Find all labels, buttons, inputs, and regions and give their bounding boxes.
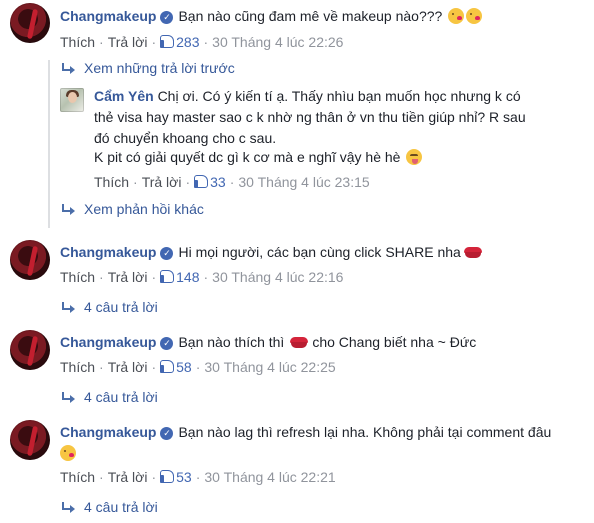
kiss-emoji-icon — [466, 8, 483, 24]
like-button[interactable]: Thích — [60, 359, 95, 375]
avatar[interactable] — [10, 330, 50, 370]
reply-arrow-icon — [62, 204, 75, 215]
view-replies-link[interactable]: 4 câu trả lời — [84, 299, 158, 315]
view-more-replies-link[interactable]: Xem phản hồi khác — [84, 201, 204, 217]
thumbs-up-icon — [159, 35, 175, 48]
like-button[interactable]: Thích — [94, 174, 129, 190]
view-replies-link[interactable]: 4 câu trả lời — [84, 389, 158, 405]
comment-date[interactable]: 30 Tháng 4 lúc 22:26 — [212, 34, 343, 50]
comment-date[interactable]: 30 Tháng 4 lúc 22:21 — [204, 469, 335, 485]
avatar[interactable] — [10, 3, 50, 43]
kiss-emoji-icon — [448, 8, 465, 24]
view-previous-replies-link[interactable]: Xem những trả lời trước — [84, 60, 235, 76]
verified-icon: ✓ — [160, 337, 174, 350]
reply-text-line: thẻ visa hay master sao c k nhờ ng thân … — [94, 109, 526, 125]
kiss-emoji-icon — [60, 445, 76, 461]
comment-date[interactable]: 30 Tháng 4 lúc 22:16 — [212, 269, 343, 285]
verified-icon: ✓ — [160, 427, 174, 440]
reply-author[interactable]: Cẩm Yên — [94, 88, 154, 104]
like-count[interactable]: 283 — [176, 34, 199, 50]
reply-text-line: Chị ơi. Có ý kiến tí ạ. Thấy nhìu bạn mu… — [157, 88, 521, 104]
view-replies-link[interactable]: 4 câu trả lời — [84, 499, 158, 515]
tongue-emoji-icon — [406, 149, 423, 165]
comment-text: Bạn nào thích thì — [178, 334, 285, 350]
avatar[interactable] — [60, 88, 84, 112]
like-count[interactable]: 33 — [210, 174, 226, 190]
reply-arrow-icon — [62, 63, 75, 74]
thumbs-up-icon — [159, 470, 175, 483]
reply-arrow-icon — [62, 302, 75, 313]
comment-date[interactable]: 30 Tháng 4 lúc 22:25 — [204, 359, 335, 375]
reply-button[interactable]: Trả lời — [108, 469, 148, 485]
avatar[interactable] — [10, 420, 50, 460]
comment-text: Bạn nào lag thì refresh lại nha. Không p… — [178, 424, 552, 440]
comment: Changmakeup ✓ Bạn nào lag thì refresh lại … — [0, 416, 594, 523]
comment-date[interactable]: 30 Tháng 4 lúc 23:15 — [238, 174, 369, 190]
lips-emoji-icon — [463, 247, 482, 258]
like-button[interactable]: Thích — [60, 269, 95, 285]
reply-text-line: K pit có giải quyết dc gì k cơ mà e nghĩ… — [94, 149, 401, 165]
comment-text: Hi mọi người, các bạn cùng click SHARE n… — [178, 244, 461, 260]
like-button[interactable]: Thích — [60, 34, 95, 50]
comment-author[interactable]: Changmakeup — [60, 244, 156, 260]
comment-text: Bạn nào cũng đam mê về makeup nào??? — [178, 8, 443, 24]
comment: Changmakeup ✓ Bạn nào thích thì cho Chang b… — [0, 326, 594, 416]
verified-icon: ✓ — [160, 11, 174, 24]
thumbs-up-icon — [159, 270, 175, 283]
like-count[interactable]: 148 — [176, 269, 199, 285]
comment-author[interactable]: Changmakeup — [60, 334, 156, 350]
reply-button[interactable]: Trả lời — [108, 359, 148, 375]
reply-button[interactable]: Trả lời — [108, 34, 148, 50]
avatar[interactable] — [10, 240, 50, 280]
lips-emoji-icon — [290, 337, 309, 348]
reply-arrow-icon — [62, 502, 75, 513]
comment: Changmakeup ✓ Bạn nào cũng đam mê về makeu… — [0, 0, 594, 230]
like-button[interactable]: Thích — [60, 469, 95, 485]
comment: Changmakeup ✓ Hi mọi người, các bạn cùng c… — [0, 236, 594, 326]
reply-arrow-icon — [62, 392, 75, 403]
like-count[interactable]: 53 — [176, 469, 192, 485]
thumbs-up-icon — [193, 175, 209, 188]
reply-button[interactable]: Trả lời — [108, 269, 148, 285]
comment-author[interactable]: Changmakeup — [60, 424, 156, 440]
thumbs-up-icon — [159, 360, 175, 373]
verified-icon: ✓ — [160, 247, 174, 260]
comment-text: cho Chang biết nha ~ Đức — [312, 334, 477, 350]
like-count[interactable]: 58 — [176, 359, 192, 375]
comment-author[interactable]: Changmakeup — [60, 8, 156, 24]
reply-button[interactable]: Trả lời — [142, 174, 182, 190]
reply-text-line: đó chuyển khoang cho c sau. — [94, 130, 277, 146]
